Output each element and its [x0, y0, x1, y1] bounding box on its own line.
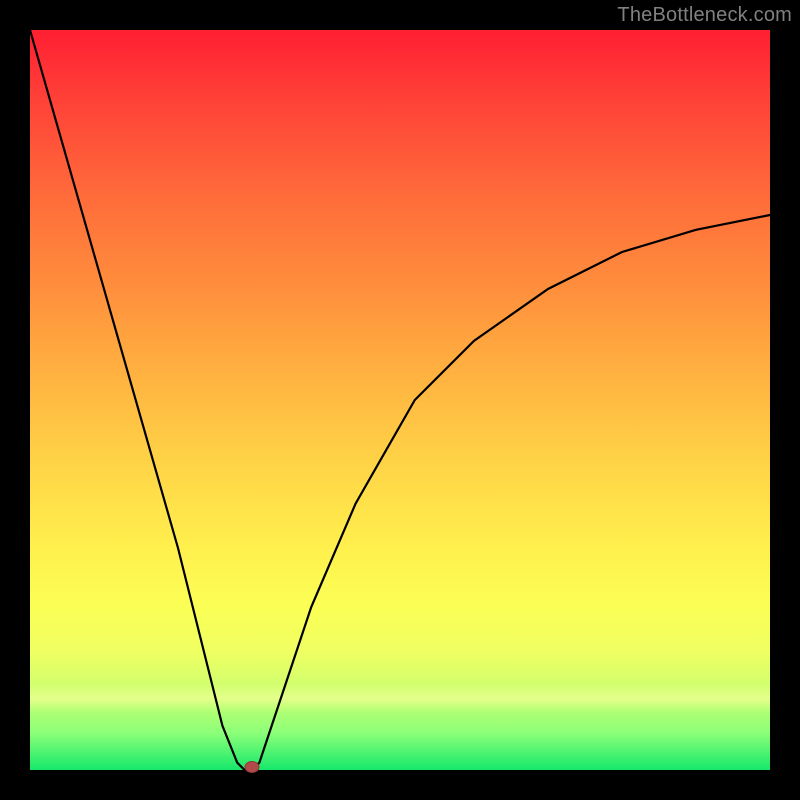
optimal-point-marker [245, 762, 259, 773]
watermark-text: TheBottleneck.com [617, 4, 792, 27]
chart-frame: TheBottleneck.com [0, 0, 800, 800]
bottleneck-curve [30, 30, 770, 770]
plot-area [30, 30, 770, 770]
